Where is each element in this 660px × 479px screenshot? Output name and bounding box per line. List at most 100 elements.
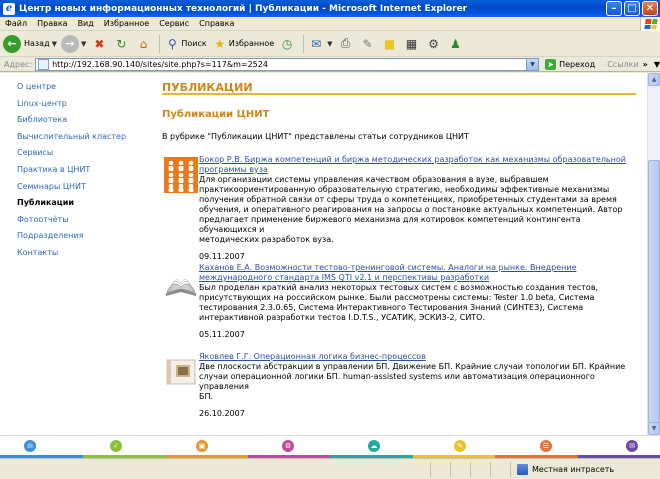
close-button[interactable]: ✕ (642, 1, 658, 16)
publication-link[interactable]: Бокор Р.В. Биржа компетенций и биржа мет… (199, 155, 636, 175)
go-label: Переход (559, 59, 596, 69)
stop-icon: ✖ (94, 36, 105, 51)
main-column: ПУБЛИКАЦИИ Публикации ЦНИТ В рубрике "Пу… (162, 81, 636, 418)
footer-section-icon[interactable]: ✎ (454, 440, 466, 452)
toolbar: ← Назад ▼ → ▼ ✖ ↻ ⌂ ⚲ Поиск ★ Избранное … (0, 31, 660, 57)
nav-item[interactable]: Фотоотчёты (17, 215, 147, 232)
menu-favorites[interactable]: Избранное (99, 19, 154, 28)
menu-tools[interactable]: Сервис (154, 19, 194, 28)
go-button[interactable]: ➤ Переход (545, 58, 596, 70)
open-book-icon (164, 265, 198, 301)
nav-item[interactable]: Вычислительный кластер (17, 132, 147, 149)
history-button[interactable]: ◷ (278, 35, 296, 53)
messenger-button[interactable]: ⚙ (425, 35, 443, 53)
links-label[interactable]: Ссылки (607, 60, 638, 69)
scroll-thumb[interactable] (648, 160, 660, 423)
vertical-scrollbar[interactable]: ▲ ▼ (647, 73, 660, 435)
status-cell (470, 461, 490, 477)
nav-item[interactable]: Семинары ЦНИТ (17, 182, 147, 199)
address-label: Адрес: (4, 59, 33, 69)
footer-section-icon[interactable]: ılı (24, 440, 36, 452)
print-button[interactable]: ⎙ (337, 35, 355, 53)
maximize-button[interactable]: □ (624, 1, 640, 16)
nav-item[interactable]: Подразделения (17, 231, 147, 248)
footer-section-icon[interactable]: ✓ (110, 440, 122, 452)
page-heading: Публикации ЦНИТ (162, 109, 270, 120)
messenger-people-button[interactable]: ♟ (447, 35, 465, 53)
minimize-button[interactable]: – (606, 1, 622, 16)
toolbar-options-icon[interactable]: ▼ (654, 60, 660, 69)
security-zone-label: Местная интрасеть (532, 464, 615, 474)
favorites-label: Избранное (228, 39, 275, 48)
favorites-button[interactable]: ★ Избранное (211, 35, 274, 53)
menu-help[interactable]: Справка (194, 19, 239, 28)
footer-section-icon[interactable]: ☁ (368, 440, 380, 452)
nav-item[interactable]: Контакты (17, 248, 147, 265)
refresh-button[interactable]: ↻ (112, 35, 130, 53)
title-bar[interactable]: e Центр новых информационных технологий … (0, 0, 660, 17)
footer-section-icon[interactable]: ▣ (196, 440, 208, 452)
back-label: Назад (24, 39, 50, 48)
status-cell (430, 461, 450, 477)
ie-logo-icon: e (3, 2, 15, 15)
address-dropdown-icon[interactable]: ▼ (526, 58, 539, 70)
back-dropdown-icon[interactable]: ▼ (52, 40, 57, 48)
page-content: О центре Linux-центр Библиотека Вычислитель… (0, 73, 647, 435)
nav-item[interactable]: Практика в ЦНИТ (17, 165, 147, 182)
discuss-button[interactable]: ■ (381, 35, 399, 53)
menu-view[interactable]: Вид (73, 19, 99, 28)
scroll-down-button[interactable]: ▼ (648, 422, 660, 435)
nav-item[interactable]: Библиотека (17, 115, 147, 132)
search-label: Поиск (181, 39, 207, 48)
mail-button[interactable]: ✉ ▼ (307, 35, 332, 53)
status-text-cell (0, 462, 430, 477)
footer-section-icon[interactable]: ☰ (540, 440, 552, 452)
people-grid-icon (164, 157, 198, 193)
links-chevron-icon[interactable]: » (643, 60, 648, 69)
print-icon: ⎙ (340, 36, 351, 50)
back-button[interactable]: ← Назад ▼ (3, 34, 57, 53)
status-bar: Местная интрасеть (0, 458, 660, 479)
left-navigation: О центре Linux-центр Библиотека Вычислитель… (17, 82, 147, 265)
nav-item[interactable]: Linux-центр (17, 99, 147, 116)
publication-date: 26.10.2007 (199, 409, 245, 418)
edit-button[interactable]: ✎ (359, 35, 377, 53)
status-cell (490, 461, 510, 477)
publication-link[interactable]: Каханов Е.А. Возможности тестово-тренинг… (199, 263, 636, 283)
refresh-icon: ↻ (116, 36, 127, 51)
publication-description: Две плоскости абстракции в управлении БП… (199, 362, 626, 401)
nav-item[interactable]: Сервисы (17, 148, 147, 165)
address-input[interactable]: http://192.168.90.140/sites/site.php?s=1… (35, 57, 540, 71)
nav-item[interactable]: О центре (17, 82, 147, 99)
forward-arrow-icon: → (61, 34, 79, 53)
tools-icon: ⚙ (428, 36, 439, 51)
search-button[interactable]: ⚲ Поиск (163, 35, 207, 53)
footer-section-icon[interactable]: ⚙ (282, 440, 294, 452)
address-url[interactable]: http://192.168.90.140/sites/site.php?s=1… (52, 60, 526, 69)
menu-edit[interactable]: Правка (32, 19, 72, 28)
nav-item[interactable]: Публикации (17, 198, 147, 215)
search-icon: ⚲ (167, 36, 177, 51)
intranet-zone-icon (517, 463, 528, 475)
research-button[interactable]: ▦ (403, 35, 421, 53)
scroll-up-button[interactable]: ▲ (648, 73, 660, 86)
mail-dropdown-icon[interactable]: ▼ (327, 40, 332, 48)
forward-dropdown-icon[interactable]: ▼ (81, 40, 86, 48)
note-icon: ■ (383, 36, 396, 51)
menu-file[interactable]: Файл (0, 19, 32, 28)
forward-button[interactable]: → ▼ (61, 34, 86, 53)
stop-button[interactable]: ✖ (90, 35, 108, 53)
section-title: ПУБЛИКАЦИИ (162, 81, 636, 95)
research-icon: ▦ (405, 36, 418, 51)
footer-section-icon[interactable]: ✉ (626, 440, 638, 452)
publication-description: Для организации системы управления качес… (199, 175, 623, 244)
address-bar: Адрес: http://192.168.90.140/sites/site.… (0, 57, 660, 72)
home-button[interactable]: ⌂ (134, 35, 152, 53)
footer-icon-strip: ılı ✓ ▣ ⚙ ☁ ✎ ☰ ✉ (0, 435, 660, 458)
home-icon: ⌂ (139, 36, 148, 51)
publication-link[interactable]: Яковлев Г.Г. Операционная логика бизнес-… (199, 352, 636, 362)
publication-date: 09.11.2007 (199, 252, 245, 261)
messenger-icon: ♟ (450, 36, 461, 51)
windows-logo-icon (640, 16, 660, 31)
edit-page-icon: ✎ (362, 36, 373, 51)
